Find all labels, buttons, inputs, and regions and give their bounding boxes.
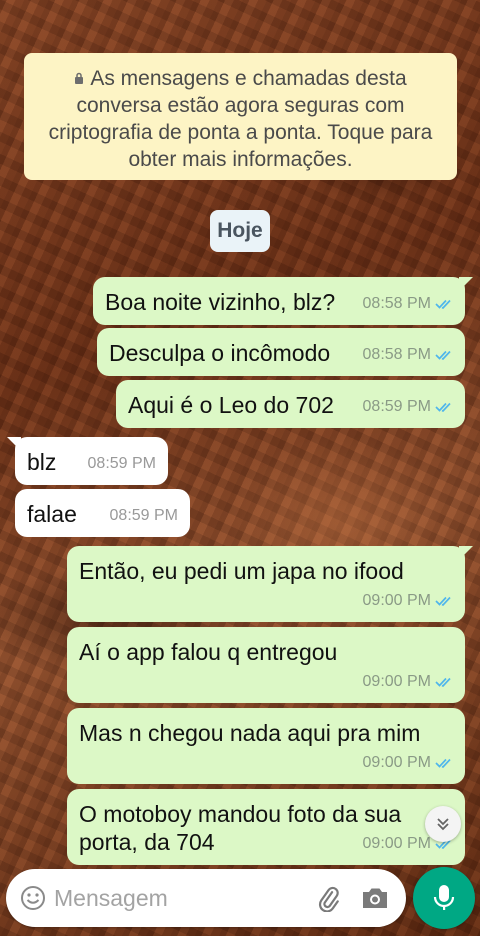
double-check-icon — [435, 350, 451, 361]
microphone-icon — [433, 885, 455, 910]
double-check-icon — [435, 596, 451, 607]
message-meta: 09:00 PM — [363, 749, 453, 777]
message-text: Aqui é o Leo do 702 — [128, 392, 334, 418]
message-meta: 08:59 PM — [363, 393, 453, 421]
message-meta: 09:00 PM — [363, 668, 453, 696]
paperclip-icon[interactable] — [314, 884, 342, 912]
bubble-tail — [459, 277, 473, 291]
message-time: 09:00 PM — [362, 673, 431, 690]
bubble-tail — [7, 437, 21, 451]
message-bubble-incoming[interactable]: falae 08:59 PM — [15, 489, 190, 537]
message-meta: 09:00 PM — [363, 587, 453, 615]
message-text: Então, eu pedi um japa no ifood — [79, 558, 404, 584]
double-check-icon — [435, 677, 451, 688]
bubble-tail — [459, 546, 473, 560]
message-input[interactable]: Mensagem — [54, 885, 168, 912]
double-chevron-down-icon — [437, 818, 449, 831]
message-time: 09:00 PM — [362, 754, 431, 771]
message-bubble-outgoing[interactable]: Aqui é o Leo do 702 08:59 PM — [116, 380, 465, 428]
message-meta: 08:59 PM — [110, 502, 178, 530]
message-text: falae — [27, 501, 77, 527]
scroll-to-bottom-button[interactable] — [425, 806, 461, 842]
message-time: 09:00 PM — [362, 835, 431, 852]
date-divider: Hoje — [210, 210, 270, 252]
message-meta: 08:59 PM — [88, 450, 156, 478]
encryption-notice[interactable]: As mensagens e chamadas desta conversa e… — [24, 53, 457, 180]
message-bubble-outgoing[interactable]: Boa noite vizinho, blz? 08:58 PM — [93, 277, 473, 325]
message-time: 08:59 PM — [87, 455, 156, 472]
double-check-icon — [435, 402, 451, 413]
double-check-icon — [435, 758, 451, 769]
camera-icon[interactable] — [360, 884, 390, 912]
message-text: Aí o app falou q entregou — [79, 639, 338, 665]
message-bubble-incoming[interactable]: blz 08:59 PM — [7, 437, 168, 485]
encryption-notice-text: As mensagens e chamadas desta conversa e… — [48, 67, 433, 171]
message-time: 09:00 PM — [362, 592, 431, 609]
message-bubble-outgoing[interactable]: O motoboy mandou foto da sua porta, da 7… — [67, 789, 465, 865]
message-bubble-outgoing[interactable]: Desculpa o incômodo 08:58 PM — [97, 328, 465, 376]
message-text: Mas n chegou nada aqui pra mim — [79, 720, 421, 746]
message-time: 08:59 PM — [109, 507, 178, 524]
lock-icon — [75, 72, 84, 84]
message-time: 08:58 PM — [362, 295, 431, 312]
message-bubble-outgoing[interactable]: Então, eu pedi um japa no ifood 09:00 PM — [67, 546, 473, 622]
message-bubble-outgoing[interactable]: Aí o app falou q entregou 09:00 PM — [67, 627, 465, 703]
message-text: Desculpa o incômodo — [109, 340, 331, 366]
double-check-icon — [435, 299, 451, 310]
microphone-button[interactable] — [413, 867, 475, 929]
message-meta: 08:58 PM — [363, 290, 453, 318]
message-time: 08:58 PM — [362, 346, 431, 363]
emoji-icon[interactable] — [20, 885, 46, 911]
message-meta: 08:58 PM — [363, 341, 453, 369]
message-text: blz — [27, 449, 57, 475]
message-bubble-outgoing[interactable]: Mas n chegou nada aqui pra mim 09:00 PM — [67, 708, 465, 784]
message-time: 08:59 PM — [362, 398, 431, 415]
message-composer: Mensagem — [6, 869, 406, 927]
message-text: Boa noite vizinho, blz? — [105, 289, 336, 315]
